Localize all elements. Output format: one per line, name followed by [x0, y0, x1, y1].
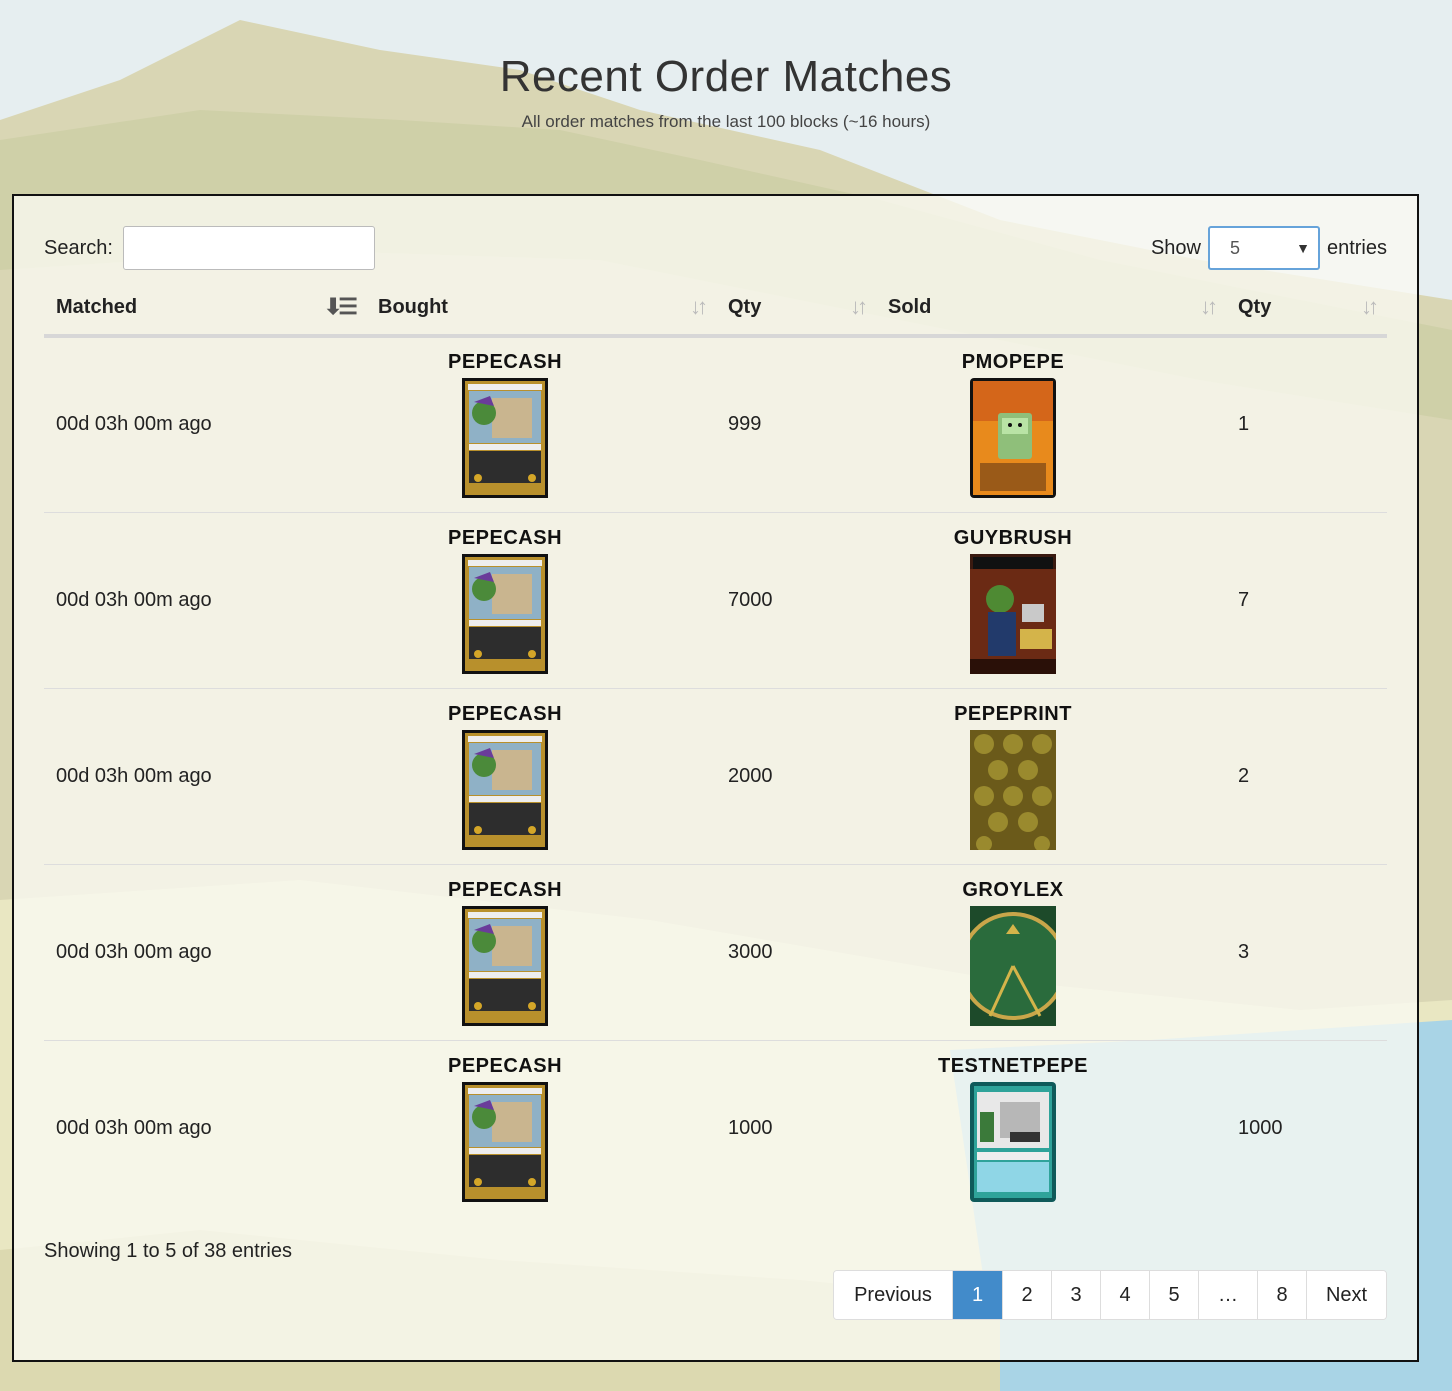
sort-icon: ↓↑	[1361, 294, 1379, 319]
page-button-2[interactable]: 2	[1002, 1271, 1051, 1319]
chevron-down-icon: ▼	[1296, 240, 1310, 256]
sold-cell: GUYBRUSH	[876, 511, 1226, 688]
page-title: Recent Order Matches	[499, 52, 953, 101]
pepecash-card-image[interactable]	[462, 905, 548, 1026]
sold-cell: TESTNETPEPE	[876, 1039, 1226, 1216]
pepecash-card-image[interactable]	[462, 1081, 548, 1202]
column-header-bought[interactable]: Bought ↓↑	[366, 280, 716, 338]
page-header: Recent Order Matches All order matches f…	[0, 52, 1452, 132]
column-label: Matched	[56, 295, 138, 318]
column-label: Sold	[888, 295, 932, 318]
column-label: Qty	[728, 295, 762, 318]
table-row: 00d 03h 00m ago PEPECASH	[44, 336, 1387, 512]
previous-page-button[interactable]: Previous	[834, 1271, 952, 1319]
search-input[interactable]	[122, 226, 375, 270]
sold-asset-name[interactable]: TESTNETPEPE	[812, 1055, 1214, 1078]
guybrush-card-image[interactable]	[970, 553, 1056, 674]
bought-cell: PEPECASH	[366, 336, 716, 512]
page-button-3[interactable]: 3	[1051, 1271, 1100, 1319]
sold-cell: PMOPEPE	[876, 336, 1226, 512]
page-button-1[interactable]: 1	[952, 1271, 1002, 1319]
column-header-bought-qty[interactable]: Qty ↓↑	[716, 280, 876, 338]
entries-label: entries	[1326, 236, 1387, 259]
sort-icon: ↓↑	[1200, 294, 1218, 319]
sold-qty-cell: 7	[1226, 511, 1387, 688]
sold-asset-name[interactable]: PEPEPRINT	[812, 703, 1214, 726]
bought-asset-name[interactable]: PEPECASH	[306, 879, 704, 902]
pagination: Previous 1 2 3 4 5 … 8 Next	[833, 1270, 1387, 1320]
entries-per-page-select[interactable]: 5 ▼	[1207, 226, 1320, 270]
pepecash-card-image[interactable]	[462, 729, 548, 850]
column-header-matched[interactable]: Matched ⬇☰	[44, 280, 366, 338]
column-header-sold[interactable]: Sold ↓↑	[876, 280, 1226, 338]
bought-cell: PEPECASH	[366, 863, 716, 1040]
sold-qty-cell: 2	[1226, 687, 1387, 864]
table-row: 00d 03h 00m ago PEPECASH	[44, 687, 1387, 864]
order-matches-panel: Search: Show 5 ▼ entries Matched ⬇☰ Boug…	[12, 194, 1419, 1362]
pmopepe-card-image[interactable]	[970, 378, 1056, 499]
sold-qty-cell: 3	[1226, 863, 1387, 1040]
bought-cell: PEPECASH	[366, 1039, 716, 1216]
sold-asset-name[interactable]: GUYBRUSH	[812, 527, 1214, 550]
sold-cell: PEPEPRINT	[876, 687, 1226, 864]
bought-asset-name[interactable]: PEPECASH	[306, 351, 704, 374]
column-label: Bought	[378, 295, 448, 318]
bought-asset-name[interactable]: PEPECASH	[306, 703, 704, 726]
page-length-control: Show 5 ▼ entries	[1151, 226, 1387, 270]
bought-cell: PEPECASH	[366, 511, 716, 688]
column-header-sold-qty[interactable]: Qty ↓↑	[1226, 280, 1387, 338]
sold-qty-cell: 1	[1238, 413, 1250, 436]
sort-icon: ↓↑	[850, 294, 868, 319]
page-button-4[interactable]: 4	[1100, 1271, 1149, 1319]
pepecash-card-image[interactable]	[462, 378, 548, 499]
bought-asset-name[interactable]: PEPECASH	[306, 1055, 704, 1078]
bought-cell: PEPECASH	[366, 687, 716, 864]
page-button-5[interactable]: 5	[1149, 1271, 1198, 1319]
sold-asset-name[interactable]: GROYLEX	[812, 879, 1214, 902]
table-row: 00d 03h 00m ago PEPECASH	[44, 1039, 1387, 1216]
sold-qty-cell: 1000	[1226, 1039, 1387, 1216]
bought-asset-name[interactable]: PEPECASH	[306, 527, 704, 550]
column-label: Qty	[1238, 295, 1272, 318]
next-page-button[interactable]: Next	[1306, 1271, 1386, 1319]
sold-cell: GROYLEX	[876, 863, 1226, 1040]
page-ellipsis: …	[1198, 1271, 1257, 1319]
show-label: Show	[1150, 236, 1201, 259]
table-controls: Search: Show 5 ▼ entries	[44, 226, 1387, 272]
entries-per-page-value: 5	[1229, 237, 1240, 258]
testnetpepe-card-image[interactable]	[970, 1081, 1056, 1202]
page-button-8[interactable]: 8	[1257, 1271, 1306, 1319]
sort-desc-icon: ⬇☰	[323, 294, 358, 319]
order-matches-table: Matched ⬇☰ Bought ↓↑ Qty ↓↑ Sold ↓↑ Qty	[44, 280, 1387, 1216]
table-header-row: Matched ⬇☰ Bought ↓↑ Qty ↓↑ Sold ↓↑ Qty	[44, 280, 1387, 338]
pepecash-card-image[interactable]	[462, 553, 548, 674]
table-row: 00d 03h 00m ago PEPECASH	[44, 511, 1387, 688]
table-row: 00d 03h 00m ago PEPECASH	[44, 863, 1387, 1040]
pepeprint-card-image[interactable]	[970, 729, 1056, 850]
search-label: Search:	[44, 236, 113, 259]
sort-icon: ↓↑	[690, 294, 708, 319]
sold-asset-name[interactable]: PMOPEPE	[812, 351, 1214, 374]
groylex-card-image[interactable]	[970, 905, 1056, 1026]
table-info: Showing 1 to 5 of 38 entries	[44, 1240, 292, 1262]
search-control: Search:	[44, 226, 375, 270]
page-subtitle: All order matches from the last 100 bloc…	[521, 112, 931, 131]
